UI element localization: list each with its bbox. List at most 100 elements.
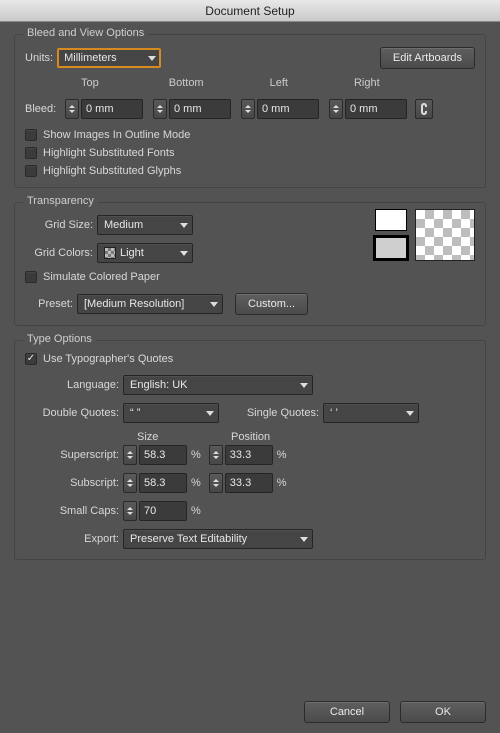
stepper-arrows-icon[interactable]	[153, 99, 167, 119]
custom-label: Custom...	[248, 298, 295, 310]
export-value: Preserve Text Editability	[130, 533, 247, 545]
edit-artboards-label: Edit Artboards	[393, 52, 462, 64]
preset-value: [Medium Resolution]	[84, 298, 184, 310]
small-caps-stepper[interactable]: 70	[123, 501, 187, 521]
single-quotes-value: ‘ ’	[330, 407, 338, 419]
superscript-label: Superscript:	[25, 449, 119, 461]
units-value: Millimeters	[64, 52, 117, 64]
edit-artboards-button[interactable]: Edit Artboards	[380, 47, 475, 69]
transparency-preview	[375, 209, 475, 265]
cancel-button[interactable]: Cancel	[304, 701, 390, 723]
units-label: Units:	[25, 52, 53, 64]
simulate-label: Simulate Colored Paper	[43, 271, 160, 283]
grid-size-value: Medium	[104, 219, 143, 231]
small-caps-label: Small Caps:	[25, 505, 119, 517]
stepper-arrows-icon[interactable]	[65, 99, 79, 119]
double-quotes-select[interactable]: “ ”	[123, 403, 219, 423]
export-select[interactable]: Preserve Text Editability	[123, 529, 313, 549]
double-quotes-value: “ ”	[130, 407, 140, 419]
typographers-label: Use Typographer's Quotes	[43, 353, 173, 365]
superscript-size-stepper[interactable]: 58.3	[123, 445, 187, 465]
position-head: Position	[231, 431, 301, 443]
grid-size-label: Grid Size:	[25, 219, 93, 231]
checkerboard-preview	[415, 209, 475, 261]
subscript-size-input[interactable]: 58.3	[139, 473, 187, 493]
link-bleed-icon[interactable]	[415, 99, 433, 119]
stepper-arrows-icon[interactable]	[209, 445, 223, 465]
chevron-down-icon	[180, 249, 188, 257]
single-quotes-select[interactable]: ‘ ’	[323, 403, 419, 423]
percent-label: %	[191, 505, 201, 517]
superscript-pos-stepper[interactable]: 33.3	[209, 445, 273, 465]
bleed-top-input[interactable]: 0 mm	[81, 99, 143, 119]
bleed-bottom-input[interactable]: 0 mm	[169, 99, 231, 119]
bleed-head-right: Right	[338, 77, 380, 89]
legend-bleed-view: Bleed and View Options	[23, 27, 148, 39]
language-label: Language:	[25, 379, 119, 391]
grid-colors-select[interactable]: Light	[97, 243, 193, 263]
glyphs-label: Highlight Substituted Glyphs	[43, 165, 181, 177]
preset-select[interactable]: [Medium Resolution]	[77, 294, 223, 314]
language-select[interactable]: English: UK	[123, 375, 313, 395]
stepper-arrows-icon[interactable]	[123, 473, 137, 493]
chevron-down-icon	[406, 409, 414, 417]
window-titlebar: Document Setup	[0, 0, 500, 22]
dialog-footer: Cancel OK	[304, 701, 486, 723]
stepper-arrows-icon[interactable]	[209, 473, 223, 493]
grid-colors-label: Grid Colors:	[25, 247, 93, 259]
percent-label: %	[191, 477, 201, 489]
single-quotes-label: Single Quotes:	[219, 407, 319, 419]
fonts-label: Highlight Substituted Fonts	[43, 147, 174, 159]
subscript-size-stepper[interactable]: 58.3	[123, 473, 187, 493]
pattern-swatch-icon	[104, 247, 116, 259]
subscript-pos-input[interactable]: 33.3	[225, 473, 273, 493]
chevron-down-icon	[300, 381, 308, 389]
group-transparency: Transparency Grid Size: Medium Grid Colo…	[14, 202, 486, 326]
preset-label: Preset:	[25, 298, 73, 310]
stepper-arrows-icon[interactable]	[123, 501, 137, 521]
percent-label: %	[277, 477, 287, 489]
superscript-pos-input[interactable]: 33.3	[225, 445, 273, 465]
bleed-head-top: Top	[65, 77, 99, 89]
bleed-label: Bleed:	[25, 103, 61, 115]
custom-button[interactable]: Custom...	[235, 293, 308, 315]
double-quotes-label: Double Quotes:	[25, 407, 119, 419]
size-head: Size	[137, 431, 207, 443]
grid-colors-value: Light	[120, 247, 144, 259]
chevron-down-icon	[206, 409, 214, 417]
stepper-arrows-icon[interactable]	[241, 99, 255, 119]
glyphs-checkbox[interactable]	[25, 165, 37, 177]
group-type-options: Type Options Use Typographer's Quotes La…	[14, 340, 486, 560]
stepper-arrows-icon[interactable]	[329, 99, 343, 119]
bleed-top-stepper[interactable]: 0 mm	[65, 99, 143, 119]
transparency-swatch-white[interactable]	[375, 209, 407, 231]
window-title: Document Setup	[205, 4, 294, 18]
stepper-arrows-icon[interactable]	[123, 445, 137, 465]
units-select[interactable]: Millimeters	[57, 48, 161, 68]
bleed-right-stepper[interactable]: 0 mm	[329, 99, 407, 119]
bleed-head-bottom: Bottom	[153, 77, 204, 89]
chevron-down-icon	[148, 54, 156, 62]
language-value: English: UK	[130, 379, 187, 391]
bleed-bottom-stepper[interactable]: 0 mm	[153, 99, 231, 119]
bleed-right-input[interactable]: 0 mm	[345, 99, 407, 119]
ok-button[interactable]: OK	[400, 701, 486, 723]
grid-size-select[interactable]: Medium	[97, 215, 193, 235]
chevron-down-icon	[210, 300, 218, 308]
bleed-head-left: Left	[254, 77, 288, 89]
chevron-down-icon	[180, 221, 188, 229]
subscript-pos-stepper[interactable]: 33.3	[209, 473, 273, 493]
group-bleed-view: Bleed and View Options Units: Millimeter…	[14, 34, 486, 188]
small-caps-input[interactable]: 70	[139, 501, 187, 521]
transparency-swatch-gray[interactable]	[375, 237, 407, 259]
bleed-left-input[interactable]: 0 mm	[257, 99, 319, 119]
superscript-size-input[interactable]: 58.3	[139, 445, 187, 465]
legend-type-options: Type Options	[23, 333, 96, 345]
outline-checkbox[interactable]	[25, 129, 37, 141]
fonts-checkbox[interactable]	[25, 147, 37, 159]
percent-label: %	[277, 449, 287, 461]
simulate-checkbox[interactable]	[25, 271, 37, 283]
subscript-label: Subscript:	[25, 477, 119, 489]
typographers-checkbox[interactable]	[25, 353, 37, 365]
bleed-left-stepper[interactable]: 0 mm	[241, 99, 319, 119]
